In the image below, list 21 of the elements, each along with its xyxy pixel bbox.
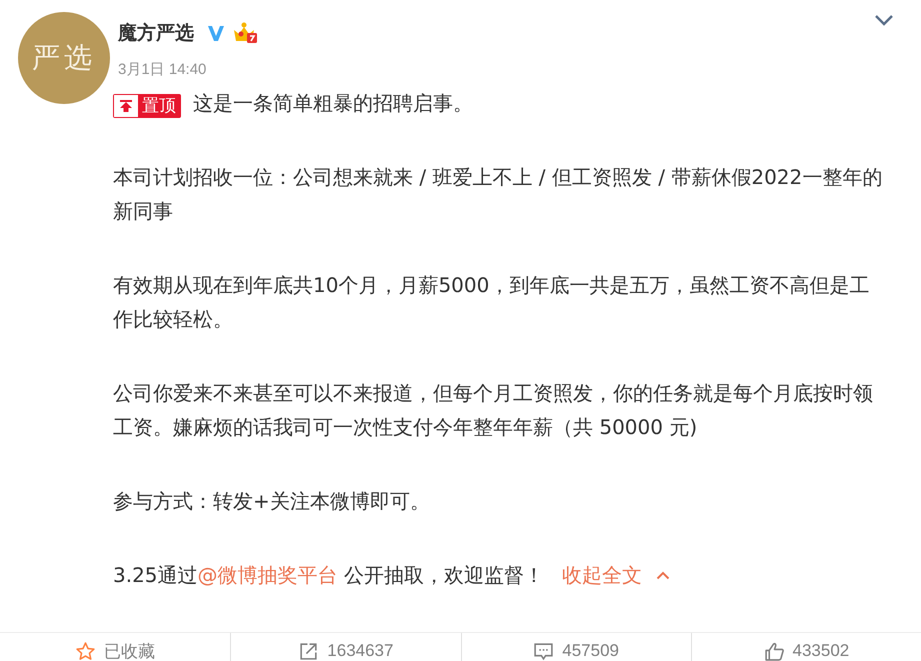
collapse-link[interactable]: 收起全文 <box>562 563 670 587</box>
pinned-label: 置顶 <box>138 95 180 117</box>
favorite-button[interactable]: 已收藏 <box>0 633 230 661</box>
avatar[interactable]: 严选 <box>18 12 110 104</box>
like-button[interactable]: 433502 <box>690 633 921 661</box>
comment-button[interactable]: 457509 <box>460 633 691 661</box>
repost-button[interactable]: 1634637 <box>230 633 460 661</box>
post-paragraph: 有效期从现在到年底共10个月，月薪5000，到年底一共是五万，虽然工资不高但是工作比较轻松。 <box>113 273 870 331</box>
post-paragraph: 这是一条简单粗暴的招聘启事。 <box>193 91 473 115</box>
dropdown-chevron-icon[interactable] <box>874 14 894 26</box>
post-paragraph: 本司计划招收一位：公司想来就来 / 班爱上不上 / 但工资照发 / 带薪休假2022一整年的新同事 <box>113 165 882 223</box>
pin-top-icon <box>119 99 133 113</box>
mention-link[interactable]: @微博抽奖平台 <box>198 563 338 587</box>
post-paragraph: 3.25通过@微博抽奖平台 公开抽取，欢迎监督！ <box>113 563 544 587</box>
share-icon <box>298 640 320 661</box>
author-name[interactable]: 魔方严选 <box>118 20 194 46</box>
post-time[interactable]: 3月1日 14:40 <box>118 60 258 79</box>
post-paragraph: 公司你爱来不来甚至可以不来报道，但每个月工资照发，你的任务就是每个月底按时领工资。嫌麻烦的话我司可一次性支付今年整年年薪（共 50000 元) <box>113 381 873 439</box>
caret-icon <box>656 571 670 580</box>
comment-icon <box>533 640 554 661</box>
post-paragraph: 参与方式：转发+关注本微博即可。 <box>113 489 430 513</box>
